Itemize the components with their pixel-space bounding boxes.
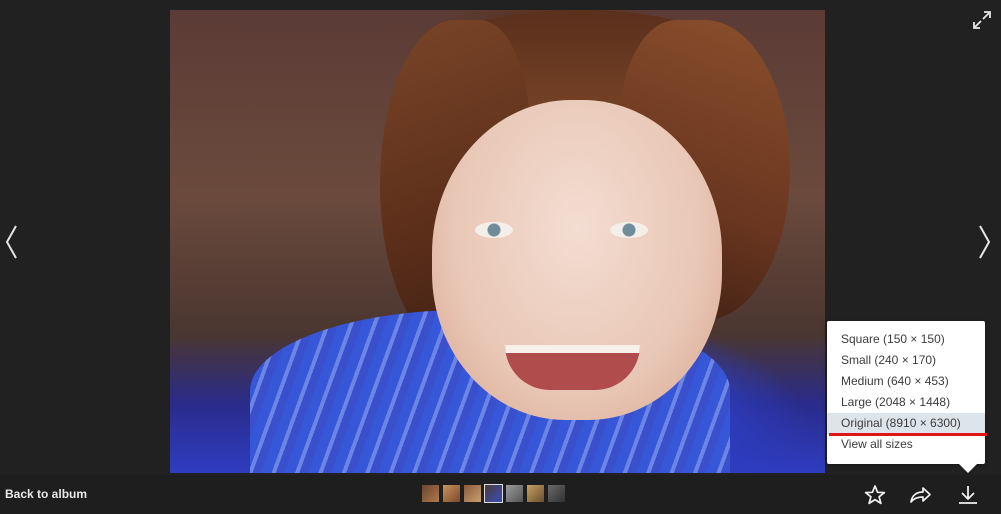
share-arrow-icon bbox=[910, 487, 931, 503]
view-all-sizes-link[interactable]: View all sizes bbox=[827, 434, 985, 455]
chevron-right-icon bbox=[979, 225, 991, 259]
next-photo-button[interactable] bbox=[974, 222, 994, 262]
thumbnail-current[interactable] bbox=[484, 484, 503, 503]
download-size-menu: Square (150 × 150) Small (240 × 170) Med… bbox=[827, 321, 987, 473]
previous-photo-button[interactable] bbox=[2, 222, 22, 262]
thumbnail[interactable] bbox=[506, 485, 523, 502]
star-icon bbox=[864, 485, 886, 505]
download-option-square[interactable]: Square (150 × 150) bbox=[827, 329, 985, 350]
photo-detail bbox=[475, 222, 513, 238]
back-to-album-link[interactable]: Back to album bbox=[5, 487, 87, 501]
photo-viewer: Square (150 × 150) Small (240 × 170) Med… bbox=[0, 0, 1001, 514]
chevron-left-icon bbox=[5, 225, 17, 259]
download-option-small[interactable]: Small (240 × 170) bbox=[827, 350, 985, 371]
fullscreen-button[interactable] bbox=[970, 8, 994, 32]
main-photo[interactable] bbox=[170, 10, 825, 473]
download-option-large[interactable]: Large (2048 × 1448) bbox=[827, 392, 985, 413]
thumbnail[interactable] bbox=[548, 485, 565, 502]
bottom-toolbar: Back to album bbox=[0, 475, 1001, 514]
download-icon bbox=[959, 486, 977, 504]
photo-detail bbox=[610, 222, 648, 238]
thumbnail[interactable] bbox=[527, 485, 544, 502]
thumbnail-strip bbox=[422, 484, 565, 503]
thumbnail[interactable] bbox=[422, 485, 439, 502]
thumbnail[interactable] bbox=[443, 485, 460, 502]
favorite-button[interactable] bbox=[863, 484, 887, 506]
download-option-original[interactable]: Original (8910 × 6300) bbox=[827, 413, 987, 436]
download-button[interactable] bbox=[956, 484, 980, 506]
share-button[interactable] bbox=[908, 484, 932, 506]
thumbnail[interactable] bbox=[464, 485, 481, 502]
download-option-medium[interactable]: Medium (640 × 453) bbox=[827, 371, 985, 392]
expand-icon bbox=[973, 11, 991, 29]
